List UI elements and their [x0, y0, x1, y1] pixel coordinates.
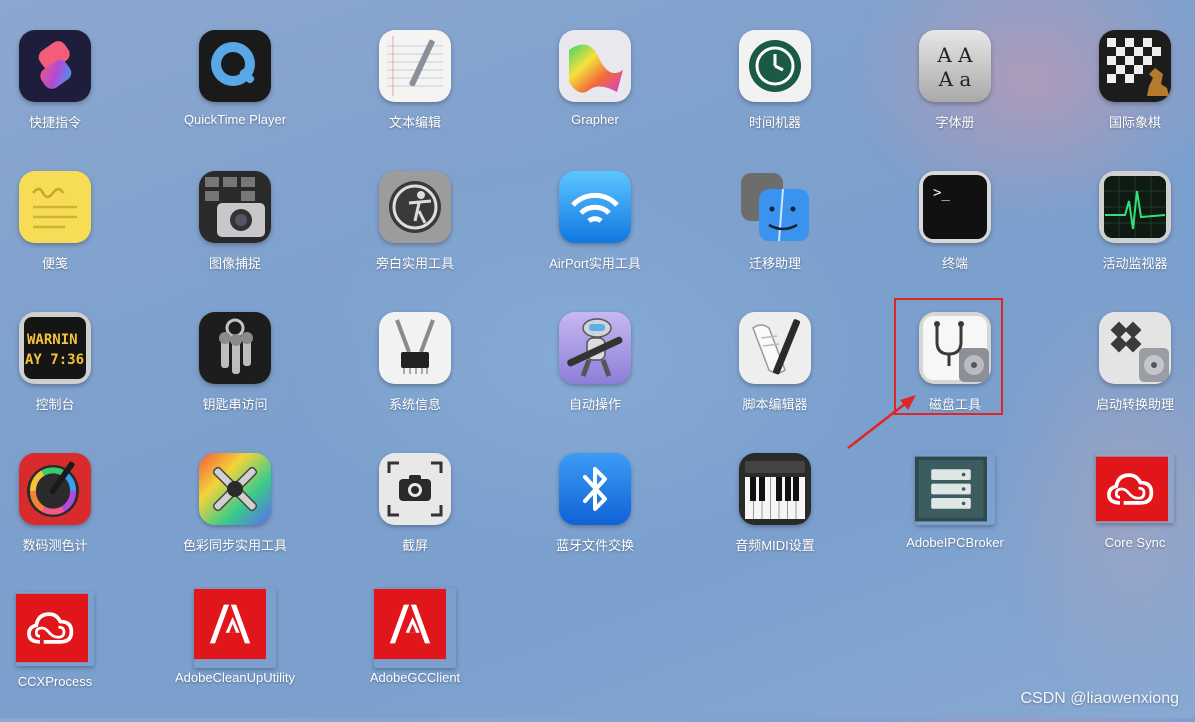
- app-label: 启动转换助理: [1095, 397, 1174, 412]
- chess-icon: [1099, 30, 1171, 102]
- app-textedit[interactable]: 文本编辑: [325, 30, 505, 160]
- app-boot-camp[interactable]: 启动转换助理: [1045, 312, 1195, 442]
- app-label: 脚本编辑器: [742, 397, 808, 412]
- console-icon: WARNIN AY 7:36: [19, 312, 91, 384]
- red-arrow-annotation: [847, 395, 916, 449]
- app-label: Grapher: [571, 112, 619, 127]
- launchpad-grid: 快捷指令 QuickTime Player 文本编辑 Grapher 时间机器 …: [0, 0, 1195, 718]
- app-stickies[interactable]: 便笺: [0, 171, 145, 301]
- voiceover-utility-icon: [379, 171, 451, 243]
- app-label: 字体册: [935, 115, 975, 130]
- app-keychain-access[interactable]: 钥匙串访问: [145, 312, 325, 442]
- app-label: CCXProcess: [17, 674, 93, 689]
- keychain-access-icon: [199, 312, 271, 384]
- app-label: 快捷指令: [28, 115, 81, 130]
- app-audio-midi-setup[interactable]: 音频MIDI设置: [685, 453, 865, 583]
- app-automator[interactable]: 自动操作: [505, 312, 685, 442]
- creative-cloud-icon: [1096, 453, 1174, 523]
- automator-icon: [559, 312, 631, 384]
- adobe-icon: [374, 588, 456, 668]
- app-label: 文本编辑: [388, 115, 441, 130]
- activity-monitor-icon: [1099, 171, 1171, 243]
- app-quicktime[interactable]: QuickTime Player: [145, 30, 325, 160]
- app-label: 蓝牙文件交换: [555, 538, 634, 553]
- time-machine-icon: [739, 30, 811, 102]
- shortcuts-icon: [19, 30, 91, 102]
- app-label: 系统信息: [388, 397, 441, 412]
- console-text-2: AY 7:36: [25, 352, 84, 368]
- app-label: 色彩同步实用工具: [182, 538, 287, 553]
- app-grapher[interactable]: Grapher: [505, 30, 685, 160]
- app-label: AdobeCleanUpUtility: [175, 670, 295, 685]
- app-label: 图像捕捉: [208, 256, 261, 271]
- quicktime-icon: [199, 30, 271, 102]
- app-adobe-ipc-broker[interactable]: AdobeIPCBroker: [865, 453, 1045, 583]
- app-digital-color-meter[interactable]: 数码测色计: [0, 453, 145, 583]
- app-label: AirPort实用工具: [549, 256, 641, 271]
- app-label: 控制台: [35, 397, 75, 412]
- app-time-machine[interactable]: 时间机器: [685, 30, 865, 160]
- creative-cloud-icon: [16, 592, 94, 666]
- audio-midi-setup-icon: [739, 453, 811, 525]
- bluetooth-file-exchange-icon: [559, 453, 631, 525]
- app-font-book[interactable]: A A A a 字体册: [865, 30, 1045, 160]
- colorsync-utility-icon: [199, 453, 271, 525]
- image-capture-icon: [199, 171, 271, 243]
- boot-camp-icon: [1099, 312, 1171, 384]
- app-ccx-process[interactable]: CCXProcess: [0, 592, 145, 722]
- app-adobe-gc-client[interactable]: AdobeGCClient: [325, 588, 505, 718]
- terminal-prompt-text: >_: [933, 185, 950, 201]
- adobe-ipc-broker-icon: [915, 453, 995, 525]
- app-adobe-cleanup-utility[interactable]: AdobeCleanUpUtility: [145, 588, 325, 718]
- app-image-capture[interactable]: 图像捕捉: [145, 171, 325, 301]
- app-label: 自动操作: [568, 397, 621, 412]
- app-terminal[interactable]: >_ 终端: [865, 171, 1045, 301]
- app-core-sync[interactable]: Core Sync: [1045, 453, 1195, 583]
- migration-assistant-icon: [739, 171, 811, 243]
- app-label: 截屏: [401, 538, 428, 553]
- app-activity-monitor[interactable]: 活动监视器: [1045, 171, 1195, 301]
- app-label: 数码测色计: [22, 538, 88, 553]
- app-screenshot[interactable]: 截屏: [325, 453, 505, 583]
- app-label: 终端: [941, 256, 968, 271]
- watermark: CSDN @liaowenxiong: [1020, 690, 1179, 707]
- app-chess[interactable]: 国际象棋: [1045, 30, 1195, 160]
- stickies-icon: [19, 171, 91, 243]
- app-label: 旁白实用工具: [375, 256, 454, 271]
- terminal-icon: >_: [919, 171, 991, 243]
- app-colorsync-utility[interactable]: 色彩同步实用工具: [145, 453, 325, 583]
- grapher-icon: [559, 30, 631, 102]
- app-system-information[interactable]: 系统信息: [325, 312, 505, 442]
- app-script-editor[interactable]: 脚本编辑器: [685, 312, 865, 442]
- app-label: QuickTime Player: [183, 112, 287, 127]
- font-book-text-1: A A: [936, 43, 973, 67]
- screenshot-icon: [379, 453, 451, 525]
- app-airport-utility[interactable]: AirPort实用工具: [505, 171, 685, 301]
- app-shortcuts[interactable]: 快捷指令: [0, 30, 145, 160]
- script-editor-icon: [739, 312, 811, 384]
- airport-utility-icon: [559, 171, 631, 243]
- app-label: 活动监视器: [1102, 256, 1168, 271]
- font-book-icon: A A A a: [919, 30, 991, 102]
- app-label: AdobeGCClient: [369, 670, 461, 685]
- app-bluetooth-file-exchange[interactable]: 蓝牙文件交换: [505, 453, 685, 583]
- app-voiceover-utility[interactable]: 旁白实用工具: [325, 171, 505, 301]
- app-label: AdobeIPCBroker: [906, 535, 1004, 550]
- app-label: 时间机器: [748, 115, 801, 130]
- app-migration-assistant[interactable]: 迁移助理: [685, 171, 865, 301]
- textedit-icon: [379, 30, 451, 102]
- adobe-icon: [194, 588, 276, 668]
- app-label: 迁移助理: [748, 256, 801, 271]
- font-book-text-2: A a: [938, 67, 972, 91]
- app-console[interactable]: WARNIN AY 7:36 控制台: [0, 312, 145, 442]
- app-label: 便笺: [41, 256, 68, 271]
- app-label: 钥匙串访问: [202, 397, 268, 412]
- system-information-icon: [379, 312, 451, 384]
- console-text-1: WARNIN: [27, 332, 78, 348]
- app-label: 国际象棋: [1108, 115, 1161, 130]
- app-label: Core Sync: [1104, 535, 1166, 550]
- app-label: 音频MIDI设置: [735, 538, 815, 553]
- digital-color-meter-icon: [19, 453, 91, 525]
